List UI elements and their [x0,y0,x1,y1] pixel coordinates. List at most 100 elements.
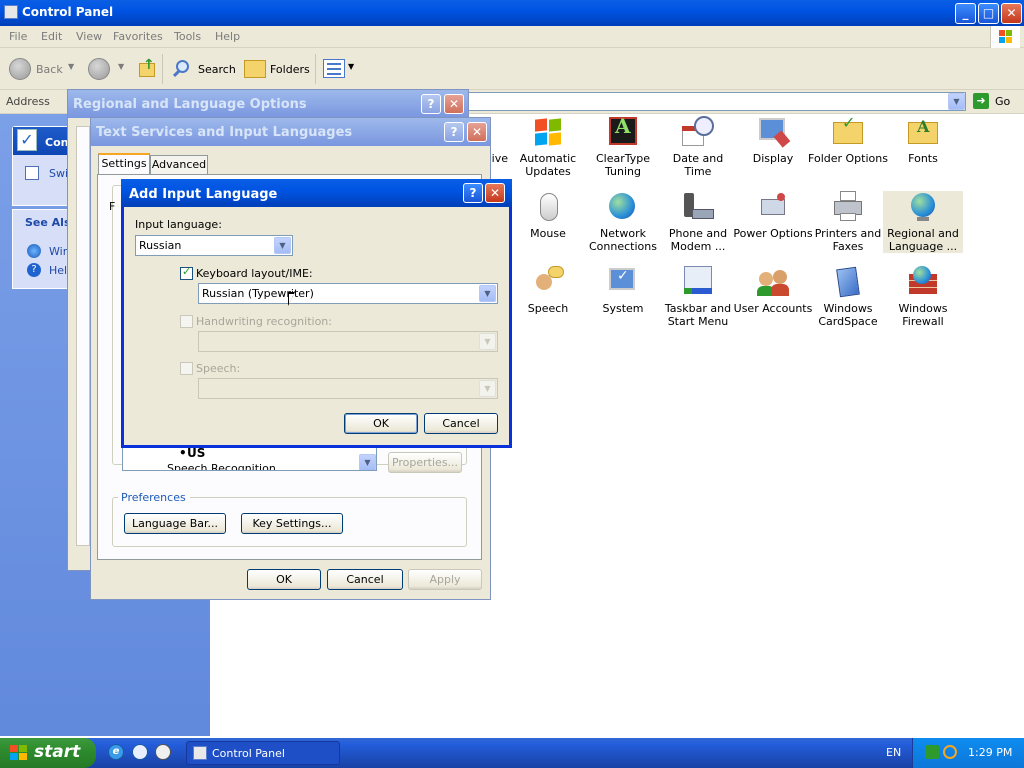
start-button[interactable]: start [0,738,96,768]
input-language-combo[interactable]: Russian ▼ [135,235,293,256]
tray-search-icon[interactable] [943,745,957,759]
menu-edit[interactable]: Edit [41,30,62,43]
back-button[interactable]: Back [36,63,63,76]
regional-help-button[interactable]: ? [421,94,441,114]
cp-item-windows-cardspace[interactable]: Windows CardSpace [808,266,888,328]
cp-item-windows-firewall[interactable]: Windows Firewall [883,266,963,328]
outlook-express-icon[interactable] [132,744,148,760]
ts-cancel-button[interactable]: Cancel [327,569,403,590]
speech-dropdown-icon[interactable]: ▼ [479,380,496,397]
add-dialog-title: Add Input Language [129,187,278,202]
back-dropdown-icon[interactable]: ▼ [68,62,74,71]
forward-dropdown-icon[interactable]: ▼ [118,62,124,71]
services-scroll-down-icon[interactable]: ▼ [359,454,376,470]
maximize-button[interactable]: □ [978,3,999,24]
key-settings-button[interactable]: Key Settings... [241,513,343,534]
media-player-icon[interactable] [155,744,171,760]
speech-recognition-item[interactable]: Speech Recognition [167,462,276,470]
main-titlebar: Control Panel _ □ ✕ [0,0,1024,26]
regional-tab-panel [76,126,90,546]
cp-item-label: Date and Time [672,152,724,178]
cp-item-speech[interactable]: Speech [508,266,588,315]
ts-close-button[interactable]: ✕ [467,122,487,142]
add-help-button[interactable]: ? [463,183,483,203]
cp-item-printers-and-faxes[interactable]: Printers and Faxes [808,191,888,253]
handwriting-checkbox[interactable] [180,315,193,328]
cp-item-automatic-updates[interactable]: Automatic Updates [508,116,588,178]
switch-view-link[interactable]: Swi [49,167,68,180]
handwriting-dropdown-icon[interactable]: ▼ [479,333,496,350]
add-cancel-button[interactable]: Cancel [424,413,498,434]
cardspace-icon [832,266,864,298]
windows-logo-icon [990,26,1020,48]
menu-tools[interactable]: Tools [174,30,201,43]
language-indicator[interactable]: EN [886,746,901,759]
cp-item-regional-and-language[interactable]: Regional and Language ... [883,191,963,253]
menu-help[interactable]: Help [215,30,240,43]
add-ok-button[interactable]: OK [344,413,418,434]
cp-item-label: User Accounts [733,302,813,315]
cp-item-label: Windows CardSpace [818,302,878,328]
input-language-dropdown-icon[interactable]: ▼ [274,237,291,254]
ts-apply-button[interactable]: Apply [408,569,482,590]
cp-item-mouse[interactable]: Mouse [508,191,588,240]
speech-checkbox[interactable] [180,362,193,375]
cp-item-date-and-time[interactable]: Date and Time [658,116,738,178]
search-button[interactable]: Search [198,63,236,76]
close-button[interactable]: ✕ [1001,3,1022,24]
handwriting-combo[interactable]: ▼ [198,331,498,352]
cp-item-phone-and-modem[interactable]: Phone and Modem ... [658,191,738,253]
cp-item-fonts[interactable]: A Fonts [883,116,963,165]
keyboard-layout-checkbox[interactable]: ✓ [180,265,193,280]
menu-view[interactable]: View [76,30,102,43]
tab-settings[interactable]: Settings [98,153,150,175]
printer-icon [832,191,864,223]
lang-us-item[interactable]: US [187,446,205,460]
speech-combo[interactable]: ▼ [198,378,498,399]
tray-network-icon[interactable] [925,745,939,759]
folders-icon[interactable] [244,60,266,78]
folder-options-icon: ✓ [832,115,864,148]
cp-item-folder-options[interactable]: ✓ Folder Options [808,115,888,166]
tab-advanced[interactable]: Advanced [150,155,208,175]
ts-help-button[interactable]: ? [444,122,464,142]
cp-item-label: Fonts [908,152,938,165]
cp-item-label: Power Options [733,227,813,240]
views-icon[interactable] [323,59,345,78]
regional-close-button[interactable]: ✕ [444,94,464,114]
keyboard-layout-dropdown-icon[interactable]: ▼ [479,285,496,302]
search-icon[interactable] [172,58,194,80]
start-label: start [34,742,81,762]
language-bar-button[interactable]: Language Bar... [124,513,226,534]
folders-button[interactable]: Folders [270,63,310,76]
keyboard-layout-combo[interactable]: Russian (Typewriter) ▼ [198,283,498,304]
add-close-button[interactable]: ✕ [485,183,505,203]
go-button[interactable]: ➜ Go [970,92,1020,111]
network-globe-icon [607,191,639,223]
properties-button[interactable]: Properties... [388,452,462,473]
address-input[interactable]: ▼ [468,92,966,111]
cp-item-display[interactable]: Display [733,116,813,165]
cp-item-label: Network Connections [589,227,657,253]
ts-ok-button[interactable]: OK [247,569,321,590]
keyboard-layout-label: Keyboard layout/IME: [196,267,313,280]
forward-icon[interactable] [88,58,110,80]
cp-item-label: Automatic Updates [519,152,577,178]
views-dropdown-icon[interactable]: ▼ [348,62,354,71]
cp-item-user-accounts[interactable]: User Accounts [733,266,813,315]
cp-item-network-connections[interactable]: Network Connections [583,191,663,253]
cp-item-cleartype-tuning[interactable]: A ClearType Tuning [583,116,663,178]
menu-file[interactable]: File [9,30,27,43]
address-dropdown-icon[interactable]: ▼ [948,93,965,110]
help-icon: ? [27,263,41,277]
menu-favorites[interactable]: Favorites [113,30,163,43]
internet-explorer-icon[interactable]: e [108,744,124,760]
taskbar-control-panel-button[interactable]: Control Panel [186,741,340,765]
cp-item-system[interactable]: ✓ System [583,266,663,315]
back-icon[interactable] [9,58,31,80]
minimize-button[interactable]: _ [955,3,976,24]
up-folder-icon[interactable]: ↑ [137,57,157,79]
cp-item-taskbar-and-start-menu[interactable]: Taskbar and Start Menu [658,266,738,328]
cp-item-power-options[interactable]: Power Options [733,191,813,240]
toolbar: Back ▼ ▼ ↑ Search Folders ▼ [0,48,1024,90]
